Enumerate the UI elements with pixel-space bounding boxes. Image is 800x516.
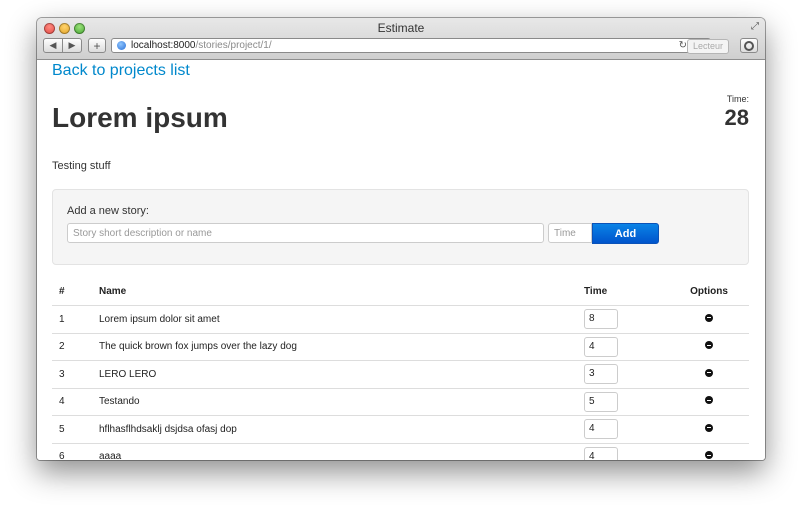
table-row: 1 Lorem ipsum dolor sit amet 8 [52, 305, 749, 333]
total-time-value: 28 [724, 105, 749, 130]
url-host: localhost:8000 [131, 40, 196, 51]
download-button[interactable] [740, 38, 758, 53]
resize-icon[interactable]: ⤢ [751, 21, 759, 32]
col-header-options: Options [690, 286, 728, 297]
story-name: hflhasflhdsaklj dsjdsa ofasj dop [99, 415, 584, 443]
story-name: aaaa [99, 442, 584, 460]
story-time-field[interactable]: 3 [584, 364, 618, 385]
project-description: Testing stuff [52, 160, 111, 172]
browser-window: Estimate ⤢ ◀ ▶ + localhost:8000/stories/… [37, 18, 765, 460]
url-path: /stories/project/1/ [195, 40, 272, 51]
col-header-num: # [59, 286, 65, 297]
reload-icon[interactable]: ↻ [679, 40, 687, 51]
story-time-field[interactable]: 4 [584, 446, 618, 460]
story-name: Testando [99, 387, 584, 416]
story-time-input[interactable] [548, 223, 592, 243]
download-icon [744, 40, 754, 51]
back-to-projects-link[interactable]: Back to projects list [52, 62, 190, 80]
page-content: Back to projects list Lorem ipsum Testin… [37, 60, 765, 460]
table-row: 4 Testando 5 [52, 387, 749, 416]
add-story-label: Add a new story: [67, 205, 149, 217]
story-name: LERO LERO [99, 360, 584, 388]
row-number: 2 [52, 332, 99, 361]
total-time-label: Time: [726, 94, 749, 104]
forward-icon: ▶ [68, 40, 76, 50]
page-title: Lorem ipsum [52, 102, 228, 133]
globe-icon [117, 41, 126, 50]
col-header-name: Name [99, 286, 127, 297]
story-time-field[interactable]: 4 [584, 336, 618, 357]
remove-story-icon[interactable] [705, 313, 713, 322]
story-time-field[interactable]: 4 [584, 419, 618, 440]
table-row: 3 LERO LERO 3 [52, 360, 749, 388]
table-row: 6 aaaa 4 [52, 442, 749, 460]
address-bar[interactable]: localhost:8000/stories/project/1/ [111, 38, 711, 53]
row-number: 1 [52, 305, 99, 333]
back-icon: ◀ [49, 40, 57, 50]
table-row: 5 hflhasflhdsaklj dsjdsa ofasj dop 4 [52, 415, 749, 443]
row-number: 4 [52, 387, 99, 416]
remove-story-icon[interactable] [705, 423, 713, 432]
story-name-input[interactable] [67, 223, 544, 243]
story-name: The quick brown fox jumps over the lazy … [99, 332, 584, 361]
forward-button[interactable]: ▶ [62, 38, 82, 53]
add-tab-icon: + [93, 38, 101, 53]
remove-story-icon[interactable] [705, 451, 713, 460]
add-story-form: Add a new story: Add [52, 189, 749, 265]
story-time-field[interactable]: 8 [584, 309, 618, 330]
table-header-row: # Name Time Options [52, 278, 749, 306]
remove-story-icon[interactable] [705, 368, 713, 377]
table-row: 2 The quick brown fox jumps over the laz… [52, 332, 749, 361]
stories-table: # Name Time Options 1 Lorem ipsum dolor … [52, 278, 749, 460]
col-header-time: Time [584, 286, 608, 297]
story-name: Lorem ipsum dolor sit amet [99, 305, 584, 333]
window-title: Estimate [377, 21, 425, 35]
back-button[interactable]: ◀ [43, 38, 63, 53]
story-time-field[interactable]: 5 [584, 391, 618, 412]
row-number: 5 [52, 415, 99, 443]
add-tab-button[interactable]: + [88, 38, 106, 53]
add-story-button[interactable]: Add [592, 223, 659, 244]
remove-story-icon[interactable] [705, 396, 713, 405]
reader-button[interactable]: Lecteur [687, 39, 729, 54]
remove-story-icon[interactable] [705, 341, 713, 350]
row-number: 3 [52, 360, 99, 388]
browser-toolbar: Estimate ⤢ ◀ ▶ + localhost:8000/stories/… [37, 18, 765, 60]
row-number: 6 [52, 442, 99, 460]
